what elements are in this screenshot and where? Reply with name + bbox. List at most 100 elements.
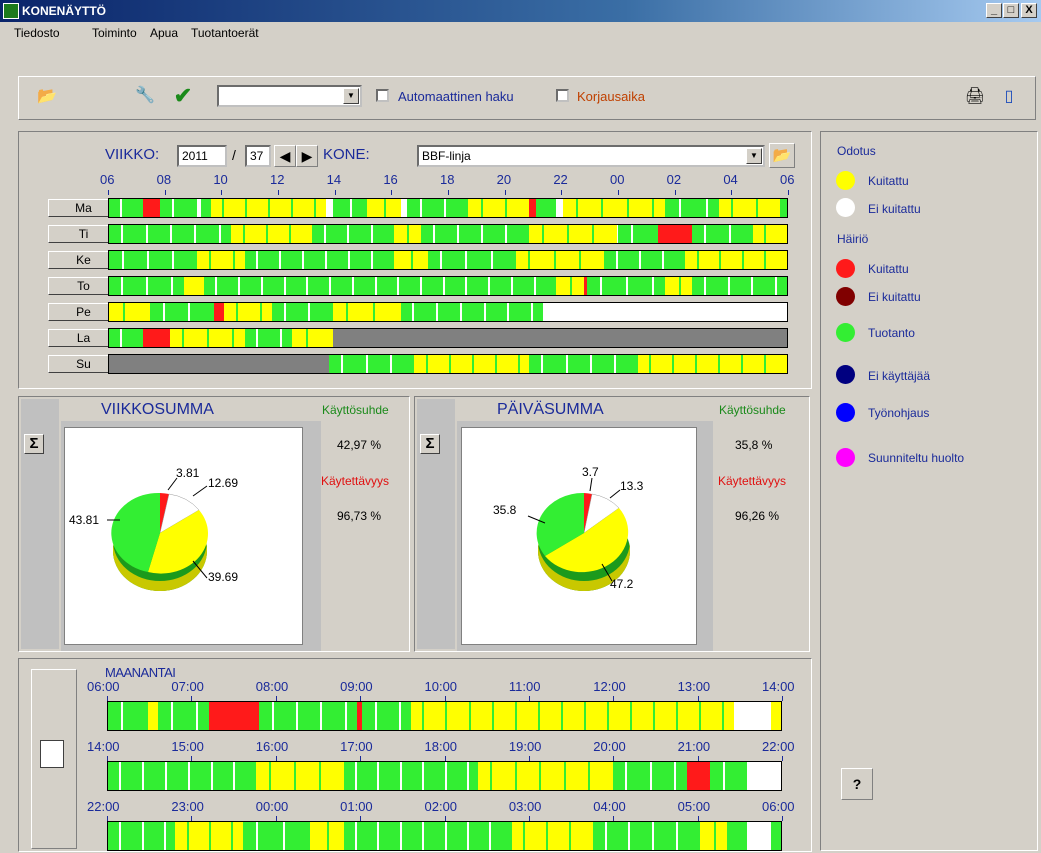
timeline-stripe xyxy=(146,251,149,269)
timeline-stripe xyxy=(351,277,354,295)
menu-tiedosto[interactable]: Tiedosto xyxy=(14,26,60,40)
timeline-stripe xyxy=(291,199,294,217)
daysum-sigma-button[interactable]: Σ xyxy=(420,434,440,454)
weeksum-sigma-button[interactable]: Σ xyxy=(24,434,44,454)
timeline-stripe xyxy=(583,702,586,730)
timeline-stripe xyxy=(324,225,327,243)
day-timeline-bar[interactable] xyxy=(108,354,788,374)
day-timeline-bar[interactable] xyxy=(108,224,788,244)
timeline-stripe xyxy=(162,303,165,321)
timeline-stripe xyxy=(347,251,350,269)
timeline-stripe xyxy=(570,277,573,295)
timeline-stripe xyxy=(436,303,439,321)
timeline-stripe xyxy=(443,199,446,217)
toolbar-combo[interactable]: ▼ xyxy=(217,85,362,107)
weeksum-label-3: 43.81 xyxy=(69,513,99,527)
timeline-stripe xyxy=(727,277,730,295)
day-timeline-bar[interactable] xyxy=(108,276,788,296)
window-title: KONENÄYTTÖ xyxy=(22,4,106,18)
timeline-stripe xyxy=(259,303,262,321)
timeline-segment xyxy=(529,355,638,373)
day-timeline-bar[interactable] xyxy=(108,328,788,348)
timeline-stripe xyxy=(613,355,616,373)
timeline-segment xyxy=(197,251,245,269)
close-button[interactable]: X xyxy=(1021,3,1037,18)
app-icon xyxy=(3,3,19,19)
detail-hour-label: 06:00 xyxy=(762,799,795,814)
timeline-segment xyxy=(658,225,693,243)
legend-ei-kayttajaa: Ei käyttäjää xyxy=(868,369,931,383)
menu-bar: Tiedosto Toiminto Apua Tuotantoerät xyxy=(0,22,1041,44)
timeline-stripe xyxy=(695,355,698,373)
timeline-stripe xyxy=(260,277,263,295)
timeline-stripe xyxy=(481,225,484,243)
exit-door-icon[interactable]: ▯ xyxy=(995,84,1023,110)
week-panel: VIIKKO: 2011 / 37 ◀ ▶ KONE: BBF-linja ▼ 📂… xyxy=(18,131,812,389)
timeline-stripe xyxy=(407,225,410,243)
menu-tuotantoerat[interactable]: Tuotantoerät xyxy=(191,26,259,40)
timeline-stripe xyxy=(601,199,604,217)
timeline-stripe xyxy=(488,277,491,295)
checkmark-icon[interactable]: ✔ xyxy=(169,83,197,109)
timeline-stripe xyxy=(599,277,602,295)
timeline-segment xyxy=(159,199,198,217)
timeline-stripe xyxy=(494,355,497,373)
timeline-segment xyxy=(325,199,333,217)
timeline-stripe xyxy=(208,822,211,850)
day-timeline-bar[interactable] xyxy=(108,302,788,322)
detail-hour-label: 09:00 xyxy=(340,679,373,694)
day-timeline-bar[interactable] xyxy=(108,198,788,218)
open-folder-icon[interactable]: 📂 xyxy=(33,84,61,110)
timeline-segment xyxy=(733,702,771,730)
detail-hour-label: 19:00 xyxy=(508,739,542,754)
wrench-icon[interactable]: 🔧 xyxy=(131,83,159,109)
auto-fetch-checkbox[interactable] xyxy=(376,89,389,102)
timeline-stripe xyxy=(491,702,494,730)
help-button[interactable]: ? xyxy=(841,768,873,800)
timeline-stripe xyxy=(397,277,400,295)
timeline-stripe xyxy=(374,702,377,730)
timeline-stripe xyxy=(410,251,413,269)
timeline-stripe xyxy=(466,822,469,850)
timeline-stripe xyxy=(649,762,652,790)
timeline-stripe xyxy=(507,303,510,321)
timeline-stripe xyxy=(652,199,655,217)
menu-toiminto[interactable]: Toiminto xyxy=(92,26,137,40)
timeline-stripe xyxy=(354,762,357,790)
timeline-stripe xyxy=(324,251,327,269)
detail-timeline-bar[interactable] xyxy=(107,821,782,851)
timeline-stripe xyxy=(121,225,124,243)
weeksum-usage-label: Käyttösuhde xyxy=(322,403,389,417)
chevron-down-icon[interactable]: ▼ xyxy=(343,88,359,104)
fix-time-checkbox[interactable] xyxy=(556,89,569,102)
timeline-stripe xyxy=(308,303,311,321)
daysum-avail-label: Käytettävyys xyxy=(718,474,787,488)
timeline-stripe xyxy=(490,762,493,790)
detail-hour-label: 00:00 xyxy=(255,799,289,814)
timeline-stripe xyxy=(718,355,721,373)
timeline-stripe xyxy=(399,762,402,790)
detail-timeline-bar[interactable] xyxy=(107,761,782,791)
timeline-stripe xyxy=(422,822,425,850)
menu-apua[interactable]: Apua xyxy=(150,26,178,40)
detail-hour-label: 18:00 xyxy=(424,739,458,754)
timeline-stripe xyxy=(764,225,767,243)
detail-timeline-bar[interactable] xyxy=(107,701,782,731)
weeksum-label-2: 12.69 xyxy=(208,476,238,490)
detail-hour-label: 06:00 xyxy=(87,679,120,694)
day-timeline-bar[interactable] xyxy=(108,250,788,270)
timeline-stripe xyxy=(283,303,286,321)
weeksum-label-4: 39.69 xyxy=(208,570,238,584)
timeline-segment xyxy=(271,303,333,321)
printer-icon[interactable]: 🖨 xyxy=(961,84,989,110)
timeline-stripe xyxy=(741,251,744,269)
minimize-button[interactable]: _ xyxy=(986,3,1002,18)
detail-hour-label: 13:00 xyxy=(677,679,711,694)
timeline-stripe xyxy=(141,822,144,850)
timeline-stripe xyxy=(703,277,706,295)
timeline-stripe xyxy=(764,251,767,269)
timeline-stripe xyxy=(466,762,469,790)
timeline-segment xyxy=(685,251,787,269)
maximize-button[interactable]: □ xyxy=(1003,3,1019,18)
timeline-stripe xyxy=(440,251,443,269)
